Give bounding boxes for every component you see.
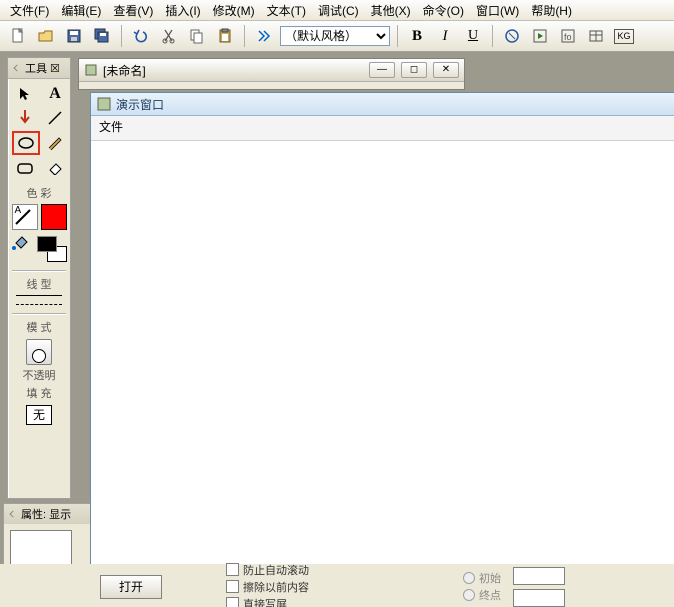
opaque-toggle[interactable] [26, 339, 52, 365]
checkbox-erase-previous[interactable]: 擦除以前内容 [226, 579, 309, 595]
menu-view[interactable]: 查看(V) [107, 0, 159, 21]
roundrect-tool[interactable] [12, 157, 38, 179]
document-title: [未命名] [103, 62, 146, 79]
menu-window[interactable]: 窗口(W) [470, 0, 525, 21]
bottom-bar: 打开 防止自动滚动 擦除以前内容 直接写屏 初始 终点 [0, 564, 674, 607]
workspace: 工具 ☒ A 色 彩 A 线 型 模 式 不透明 填 充 无 [0, 52, 674, 607]
stroke-swatch[interactable]: A [12, 204, 38, 230]
mode-section-label: 模 式 [8, 317, 70, 335]
value-box-2[interactable] [513, 589, 565, 607]
style-select[interactable]: （默认风格） [280, 26, 390, 46]
bucket-tool[interactable] [11, 233, 33, 255]
fill-none[interactable]: 无 [26, 405, 52, 425]
document-window: [未命名] — ◻ ✕ [78, 58, 465, 90]
radio-initial[interactable]: 初始 [463, 570, 501, 586]
close-button[interactable]: ✕ [433, 62, 459, 78]
pen-tool[interactable] [42, 131, 68, 153]
line-style-solid[interactable] [16, 295, 62, 301]
menu-edit[interactable]: 编辑(E) [55, 0, 107, 21]
new-file-icon[interactable] [6, 24, 30, 48]
ellipse-tool[interactable] [12, 131, 40, 155]
checkbox-direct-write[interactable]: 直接写屏 [226, 596, 309, 607]
demo-window-icon [97, 97, 111, 111]
text-tool[interactable]: A [42, 83, 68, 105]
line-style-dash[interactable] [16, 304, 62, 310]
line-section-label: 线 型 [8, 274, 70, 292]
toolbox-panel: 工具 ☒ A 色 彩 A 线 型 模 式 不透明 填 充 无 [7, 57, 71, 499]
table-icon[interactable] [584, 24, 608, 48]
menu-modify[interactable]: 修改(M) [207, 0, 261, 21]
color-section-label: 色 彩 [8, 183, 70, 201]
minimize-button[interactable]: — [369, 62, 395, 78]
eraser-tool[interactable] [42, 157, 68, 179]
radio-end[interactable]: 终点 [463, 587, 501, 603]
menu-file[interactable]: 文件(F) [4, 0, 55, 21]
menu-other[interactable]: 其他(X) [365, 0, 417, 21]
fill-section-label: 填 充 [8, 383, 70, 401]
form-icon[interactable]: fo [556, 24, 580, 48]
properties-title: 属性: 显示 [4, 504, 92, 524]
line-tool[interactable] [42, 107, 68, 129]
open-file-icon[interactable] [34, 24, 58, 48]
menu-cmd[interactable]: 命令(O) [417, 0, 470, 21]
open-button[interactable]: 打开 [100, 575, 162, 599]
checkbox-no-autoscroll[interactable]: 防止自动滚动 [226, 562, 309, 578]
document-icon [84, 63, 98, 77]
fg-bg-swatch[interactable] [37, 236, 67, 262]
paste-icon[interactable] [213, 24, 237, 48]
value-box-1[interactable] [513, 567, 565, 585]
link-icon[interactable] [500, 24, 524, 48]
pointer-tool[interactable] [12, 83, 38, 105]
menu-bar: 文件(F) 编辑(E) 查看(V) 插入(I) 修改(M) 文本(T) 调试(C… [0, 0, 674, 21]
run-icon[interactable] [252, 24, 276, 48]
arrow-down-tool[interactable] [12, 107, 38, 129]
demo-window-title: 演示窗口 [116, 96, 164, 113]
italic-icon[interactable]: I [433, 24, 457, 48]
undo-icon[interactable] [129, 24, 153, 48]
opaque-label: 不透明 [8, 365, 70, 383]
bold-icon[interactable]: B [405, 24, 429, 48]
menu-text[interactable]: 文本(T) [261, 0, 312, 21]
toolbox-title: 工具 ☒ [8, 58, 70, 79]
save-icon[interactable] [62, 24, 86, 48]
main-toolbar: （默认风格） B I U fo KG [0, 21, 674, 52]
play-icon[interactable] [528, 24, 552, 48]
maximize-button[interactable]: ◻ [401, 62, 427, 78]
demo-window: 演示窗口 文件 [90, 92, 674, 607]
menu-debug[interactable]: 调试(C) [312, 0, 365, 21]
underline-icon[interactable]: U [461, 24, 485, 48]
demo-canvas[interactable] [91, 141, 674, 607]
kg-icon[interactable]: KG [612, 24, 636, 48]
demo-window-menubar: 文件 [91, 116, 674, 141]
svg-text:fo: fo [564, 32, 572, 42]
save-all-icon[interactable] [90, 24, 114, 48]
demo-menu-file[interactable]: 文件 [99, 120, 123, 134]
fill-swatch[interactable] [41, 204, 67, 230]
copy-icon[interactable] [185, 24, 209, 48]
menu-help[interactable]: 帮助(H) [525, 0, 578, 21]
menu-insert[interactable]: 插入(I) [159, 0, 206, 21]
cut-icon[interactable] [157, 24, 181, 48]
